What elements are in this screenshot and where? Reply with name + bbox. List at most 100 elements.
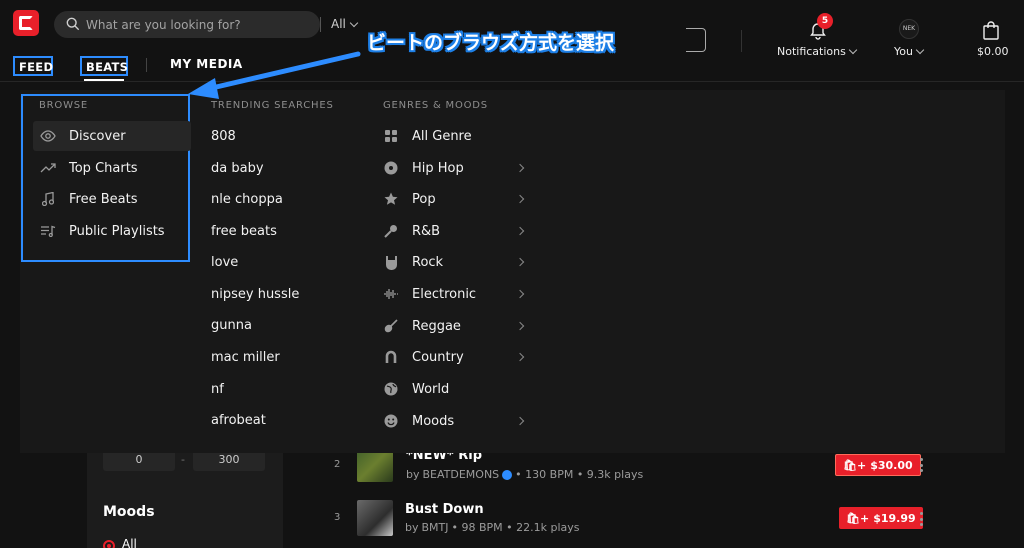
genre-label: Country [412,349,464,365]
trending-item[interactable]: da baby [211,161,264,176]
genre-item-country[interactable]: Country [383,346,528,368]
add-to-cart-button[interactable]: 🛍︎+ $19.99 [839,507,923,529]
browse-item-label: Discover [69,128,126,144]
chevron-down-icon [349,18,359,27]
avatar: NEK [899,19,919,39]
genre-item-moods[interactable]: Moods [383,410,528,432]
chevron-right-icon [515,289,525,299]
track-rank: 3 [334,512,341,523]
notifications-label: Notifications [777,45,858,58]
chevron-down-icon [848,45,858,55]
trending-item[interactable]: free beats [211,224,277,239]
track-stats: • 130 BPM • 9.3k plays [515,468,644,481]
track-producer[interactable]: BEATDEMONS [423,468,500,481]
more-options-icon[interactable] [920,458,924,472]
trending-item[interactable]: nle choppa [211,192,283,207]
genre-item-world[interactable]: World [383,378,528,400]
genre-label: Rock [412,254,444,270]
guitar-icon [383,318,399,334]
browse-item-label: Free Beats [69,191,138,207]
grid-icon [383,128,399,144]
trending-item[interactable]: afrobeat [211,413,266,428]
genre-item-electronic[interactable]: Electronic [383,283,528,305]
trending-item[interactable]: gunna [211,318,252,333]
notification-count-badge: 5 [817,13,833,29]
price-label: $30.00 [870,458,913,472]
price-label: $19.99 [873,511,916,525]
track-meta: by BMTJ • 98 BPM • 22.1k plays [405,521,580,534]
genre-label: Pop [412,191,436,207]
nav-divider [146,58,147,72]
track-stats: • 98 BPM • 22.1k plays [451,521,580,534]
genre-item-rock[interactable]: Rock [383,251,528,273]
browse-section-title: BROWSE [39,100,89,111]
trending-item[interactable]: nipsey hussle [211,287,299,302]
chevron-right-icon [515,226,525,236]
track-meta: by BEATDEMONS • 130 BPM • 9.3k plays [406,468,644,481]
browse-item-label: Top Charts [69,160,138,176]
globe-icon [383,381,399,397]
chevron-right-icon [515,352,525,362]
range-dash: - [181,453,185,466]
genre-item-rnb[interactable]: R&B [383,220,528,242]
search-input[interactable] [86,15,286,34]
nav-active-indicator [84,79,124,81]
chevron-right-icon [515,416,525,426]
nav-my-media[interactable]: MY MEDIA [170,57,243,71]
browse-item-discover[interactable]: Discover [33,121,191,151]
genre-item-reggae[interactable]: Reggae [383,315,528,337]
rock-hand-icon [383,254,399,270]
genre-item-pop[interactable]: Pop [383,188,528,210]
music-note-icon [40,191,56,207]
trending-item[interactable]: mac miller [211,350,280,365]
genre-label: All Genre [412,128,472,144]
trending-item[interactable]: love [211,255,238,270]
browse-item-top-charts[interactable]: Top Charts [33,153,191,183]
search-scope-select[interactable]: All [331,17,359,31]
genre-item-all[interactable]: All Genre [383,125,528,147]
genre-label: Hip Hop [412,160,464,176]
chevron-right-icon [515,321,525,331]
top-header: All FEED BEATS MY MEDIA 5 Notifications … [0,0,1024,82]
nav-feed[interactable]: FEED [13,56,53,76]
add-to-cart-button[interactable]: 🛍︎+ $30.00 [835,454,921,476]
more-options-icon[interactable] [920,512,924,526]
user-menu-label: You [894,45,925,58]
cart-total: $0.00 [977,45,1009,58]
genre-label: World [412,381,450,397]
genre-label: Electronic [412,286,477,302]
search-bar: All [54,11,359,38]
genres-section-title: GENRES & MOODS [383,100,488,111]
search-divider [320,17,321,32]
nav-beats[interactable]: BEATS [80,56,128,76]
upload-button[interactable] [686,28,706,52]
browse-item-public-playlists[interactable]: Public Playlists [33,216,191,246]
beatstars-logo[interactable] [13,10,39,36]
search-icon[interactable] [66,17,80,31]
trending-item[interactable]: nf [211,382,224,397]
chevron-right-icon [515,194,525,204]
trending-item[interactable]: 808 [211,129,236,144]
moods-all-label: All [122,537,137,548]
track-rank: 2 [334,459,341,470]
smile-icon [383,413,399,429]
genre-label: Moods [412,413,455,429]
genre-item-hip-hop[interactable]: Hip Hop [383,157,528,179]
horseshoe-icon [383,349,399,365]
trending-section-title: TRENDING SEARCHES [211,100,334,111]
track-producer[interactable]: BMTJ [422,521,449,534]
eye-icon [40,128,56,144]
vinyl-icon [383,160,399,176]
track-title[interactable]: Bust Down [405,502,484,517]
browse-item-free-beats[interactable]: Free Beats [33,184,191,214]
you-text: You [894,45,913,58]
browse-item-label: Public Playlists [69,223,165,239]
beats-mega-menu: BROWSE Discover Top Charts Free Beats Pu… [20,90,1005,453]
waveform-icon [383,286,399,302]
playlist-icon [40,223,56,239]
chevron-right-icon [515,257,525,267]
moods-all-radio[interactable] [103,540,115,548]
track-cover[interactable] [357,500,393,536]
annotation-caption: ビートのブラウズ方式を選択 [367,32,615,54]
header-divider [741,30,742,52]
